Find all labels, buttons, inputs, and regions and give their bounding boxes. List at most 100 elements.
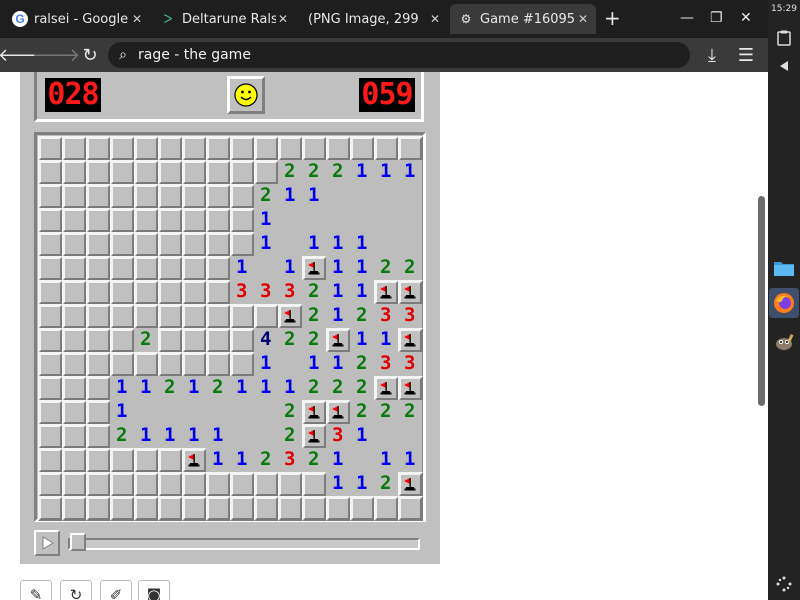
- number-cell[interactable]: 3: [254, 280, 279, 305]
- covered-cell[interactable]: [134, 304, 159, 329]
- covered-cell[interactable]: [110, 280, 135, 305]
- covered-cell[interactable]: [158, 352, 183, 377]
- covered-cell[interactable]: [134, 472, 159, 497]
- number-cell[interactable]: 1: [158, 424, 183, 449]
- covered-cell[interactable]: [230, 160, 255, 185]
- number-cell[interactable]: 1: [374, 328, 399, 353]
- covered-cell[interactable]: [62, 448, 87, 473]
- covered-cell[interactable]: [86, 400, 111, 425]
- covered-cell[interactable]: [110, 304, 135, 329]
- empty-cell[interactable]: [374, 424, 399, 449]
- covered-cell[interactable]: [182, 304, 207, 329]
- number-cell[interactable]: 3: [230, 280, 255, 305]
- reload-button[interactable]: ↻: [78, 43, 102, 67]
- empty-cell[interactable]: [302, 208, 327, 233]
- number-cell[interactable]: 1: [398, 160, 423, 185]
- number-cell[interactable]: 2: [302, 376, 327, 401]
- covered-cell[interactable]: [206, 280, 231, 305]
- number-cell[interactable]: 1: [374, 448, 399, 473]
- covered-cell[interactable]: [254, 496, 279, 521]
- covered-cell[interactable]: [86, 376, 111, 401]
- covered-cell[interactable]: [62, 376, 87, 401]
- covered-cell[interactable]: [62, 136, 87, 161]
- number-cell[interactable]: 1: [350, 160, 375, 185]
- number-cell[interactable]: 2: [374, 400, 399, 425]
- covered-cell[interactable]: [302, 472, 327, 497]
- number-cell[interactable]: 2: [302, 448, 327, 473]
- tab-game[interactable]: ⚙ Game #160952 ✕: [450, 4, 596, 34]
- number-cell[interactable]: 1: [110, 400, 135, 425]
- number-cell[interactable]: 2: [134, 328, 159, 353]
- menu-icon[interactable]: ☰: [734, 43, 758, 67]
- covered-cell[interactable]: [110, 256, 135, 281]
- covered-cell[interactable]: [86, 448, 111, 473]
- files-icon[interactable]: [772, 256, 796, 280]
- covered-cell[interactable]: [206, 496, 231, 521]
- covered-cell[interactable]: [158, 136, 183, 161]
- empty-cell[interactable]: [230, 424, 255, 449]
- number-cell[interactable]: 2: [350, 352, 375, 377]
- flagged-cell[interactable]: [182, 448, 207, 473]
- edit-icon[interactable]: ✐: [100, 580, 132, 600]
- empty-cell[interactable]: [254, 424, 279, 449]
- number-cell[interactable]: 1: [374, 160, 399, 185]
- number-cell[interactable]: 2: [110, 424, 135, 449]
- covered-cell[interactable]: [38, 136, 63, 161]
- number-cell[interactable]: 2: [326, 376, 351, 401]
- covered-cell[interactable]: [86, 424, 111, 449]
- covered-cell[interactable]: [158, 496, 183, 521]
- covered-cell[interactable]: [110, 208, 135, 233]
- number-cell[interactable]: 1: [278, 184, 303, 209]
- covered-cell[interactable]: [62, 256, 87, 281]
- covered-cell[interactable]: [158, 328, 183, 353]
- covered-cell[interactable]: [326, 496, 351, 521]
- covered-cell[interactable]: [38, 376, 63, 401]
- empty-cell[interactable]: [206, 400, 231, 425]
- empty-cell[interactable]: [326, 208, 351, 233]
- maximize-icon[interactable]: ❐: [710, 10, 723, 26]
- empty-cell[interactable]: [254, 256, 279, 281]
- number-cell[interactable]: 1: [230, 256, 255, 281]
- number-cell[interactable]: 2: [350, 400, 375, 425]
- number-cell[interactable]: 3: [374, 304, 399, 329]
- covered-cell[interactable]: [254, 304, 279, 329]
- close-icon[interactable]: ✕: [130, 12, 144, 26]
- covered-cell[interactable]: [158, 472, 183, 497]
- number-cell[interactable]: 2: [398, 256, 423, 281]
- covered-cell[interactable]: [206, 256, 231, 281]
- covered-cell[interactable]: [86, 280, 111, 305]
- play-button[interactable]: [34, 530, 60, 556]
- empty-cell[interactable]: [374, 208, 399, 233]
- empty-cell[interactable]: [350, 208, 375, 233]
- covered-cell[interactable]: [38, 472, 63, 497]
- number-cell[interactable]: 1: [254, 232, 279, 257]
- covered-cell[interactable]: [398, 136, 423, 161]
- covered-cell[interactable]: [134, 280, 159, 305]
- collapse-arrow-icon[interactable]: [772, 54, 796, 78]
- number-cell[interactable]: 1: [350, 232, 375, 257]
- covered-cell[interactable]: [38, 448, 63, 473]
- covered-cell[interactable]: [350, 496, 375, 521]
- covered-cell[interactable]: [62, 232, 87, 257]
- number-cell[interactable]: 2: [206, 376, 231, 401]
- number-cell[interactable]: 2: [350, 304, 375, 329]
- page-scrollbar[interactable]: [758, 196, 765, 406]
- flagged-cell[interactable]: [302, 256, 327, 281]
- number-cell[interactable]: 1: [230, 376, 255, 401]
- covered-cell[interactable]: [182, 280, 207, 305]
- covered-cell[interactable]: [278, 472, 303, 497]
- covered-cell[interactable]: [86, 328, 111, 353]
- number-cell[interactable]: 2: [302, 160, 327, 185]
- number-cell[interactable]: 1: [350, 328, 375, 353]
- empty-cell[interactable]: [350, 448, 375, 473]
- empty-cell[interactable]: [398, 184, 423, 209]
- covered-cell[interactable]: [86, 232, 111, 257]
- number-cell[interactable]: 1: [350, 424, 375, 449]
- back-button[interactable]: 🡐: [0, 43, 46, 67]
- covered-cell[interactable]: [158, 208, 183, 233]
- covered-cell[interactable]: [206, 184, 231, 209]
- empty-cell[interactable]: [374, 184, 399, 209]
- covered-cell[interactable]: [110, 136, 135, 161]
- covered-cell[interactable]: [182, 208, 207, 233]
- download-icon[interactable]: ⤓: [700, 43, 724, 67]
